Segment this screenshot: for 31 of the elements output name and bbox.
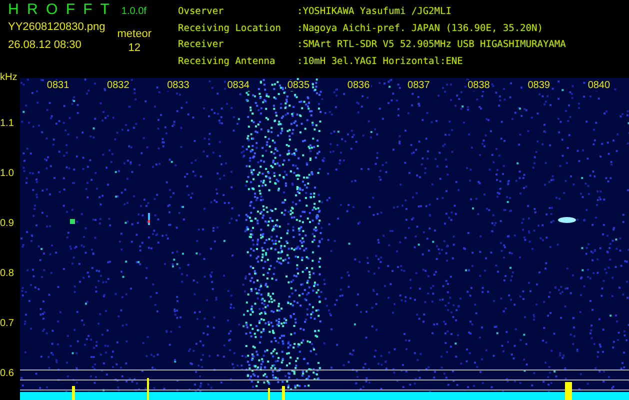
version-label: 1.0.0f: [121, 6, 146, 17]
axis-label: 1.0: [0, 168, 14, 178]
filename-label: YY2608120830.png: [8, 21, 106, 33]
meteor-count: 12: [128, 42, 141, 54]
time-label: 0836: [346, 80, 371, 91]
axis-label: 0.6: [0, 368, 14, 378]
axis-unit: kHz: [0, 72, 18, 85]
time-label: 0835: [286, 80, 311, 91]
time-label: 0831: [46, 80, 70, 91]
axis-label: 0.8: [0, 268, 14, 278]
info-label: Receiving Location: [178, 22, 282, 36]
info-label: Receiving Antenna: [178, 56, 276, 68]
time-label: 0840: [586, 80, 612, 91]
time-label: 0834: [226, 80, 250, 91]
timestamp-label: 26.08.12 08:30: [8, 39, 82, 51]
axis-label: 0.9: [0, 218, 14, 228]
time-label: 0837: [406, 80, 431, 91]
info-value: :YOSHIKAWA Yasufumi /JG2MLI: [297, 6, 452, 19]
info-value: :Nagoya Aichi-pref. JAPAN (136.90E, 35.20N): [297, 22, 544, 36]
info-value: :10mH 3el.YAGI Horizontal:ENE: [297, 56, 464, 68]
time-label: 0839: [526, 80, 551, 91]
info-label: Receiver: [178, 39, 225, 52]
info-label: Ovserver: [178, 6, 225, 19]
app-title: H R O F F T: [8, 1, 112, 18]
meteor-label: meteor: [117, 28, 152, 40]
time-label: 0838: [466, 80, 491, 91]
time-label: 0833: [166, 80, 190, 91]
time-label: 0832: [106, 80, 130, 91]
axis-label: 1.1: [0, 118, 14, 128]
info-value: :SMArt RTL-SDR V5 52.905MHz USB HIGASHIMURAYAMA: [297, 39, 566, 52]
axis-label: 0.7: [0, 318, 14, 328]
